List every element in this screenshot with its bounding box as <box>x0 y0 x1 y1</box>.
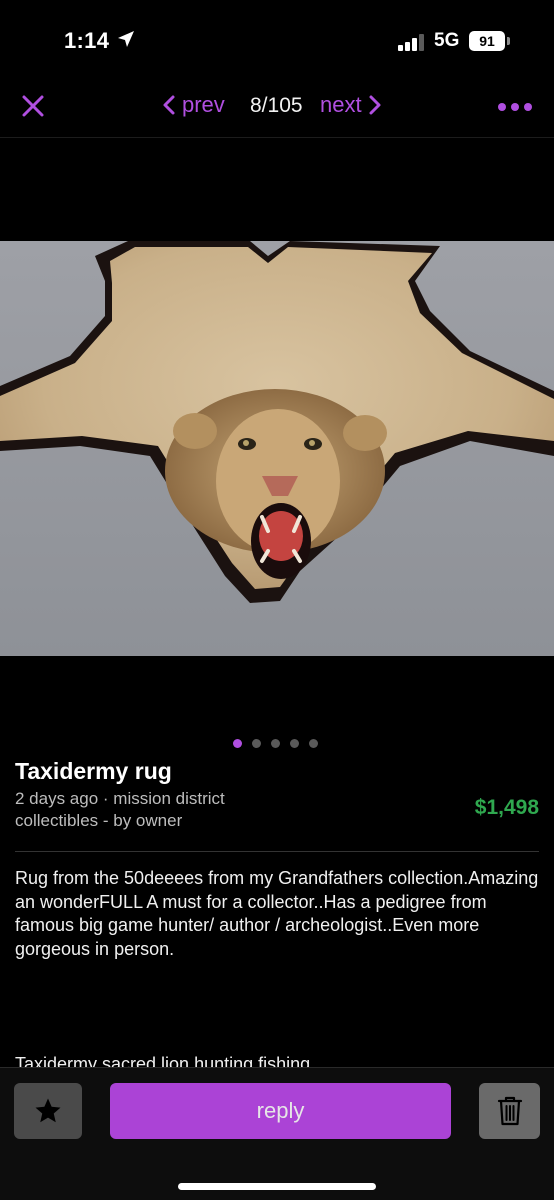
star-icon <box>35 1098 61 1123</box>
battery-icon: 91 <box>469 31 505 51</box>
status-time: 1:14 <box>64 28 110 53</box>
prev-button[interactable]: prev <box>162 92 225 118</box>
next-label: next <box>320 92 362 117</box>
divider <box>15 851 539 852</box>
listing-tags: Taxidermy sacred lion hunting fishing <box>15 1054 311 1067</box>
favorite-button[interactable] <box>14 1083 82 1139</box>
location-arrow-icon <box>118 31 134 47</box>
listing-price: $1,498 <box>474 796 539 819</box>
next-button[interactable]: next <box>320 92 382 118</box>
prev-label: prev <box>182 92 225 117</box>
chevron-left-icon <box>163 95 175 115</box>
delete-button[interactable] <box>479 1083 540 1139</box>
nav-bar: prev 8/105 next <box>0 80 554 138</box>
trash-icon <box>497 1096 522 1126</box>
status-bar: 1:14 5G 91 <box>0 0 554 80</box>
gallery-dots[interactable] <box>233 739 318 748</box>
chevron-right-icon <box>369 95 381 115</box>
gallery-dot[interactable] <box>309 739 318 748</box>
lion-rug-image <box>0 241 554 656</box>
reply-button[interactable]: reply <box>110 1083 451 1139</box>
more-options-icon[interactable] <box>498 100 534 114</box>
gallery-dot[interactable] <box>290 739 299 748</box>
listing-description: Rug from the 50deeees from my Grandfathe… <box>15 868 539 959</box>
signal-strength-icon <box>398 33 428 51</box>
listing-posted-location: 2 days ago · mission district <box>15 789 225 808</box>
battery-tip <box>507 37 510 45</box>
listing-title: Taxidermy rug <box>15 758 172 784</box>
home-indicator[interactable] <box>178 1183 376 1190</box>
gallery-dot[interactable] <box>233 739 242 748</box>
listing-position: 8/105 <box>250 94 303 117</box>
action-bar: reply <box>0 1067 554 1200</box>
close-icon[interactable] <box>18 91 48 121</box>
listing-category: collectibles - by owner <box>15 811 183 830</box>
gallery-dot[interactable] <box>252 739 261 748</box>
gallery-dot[interactable] <box>271 739 280 748</box>
listing-photo[interactable] <box>0 241 554 656</box>
network-type: 5G <box>434 30 460 51</box>
